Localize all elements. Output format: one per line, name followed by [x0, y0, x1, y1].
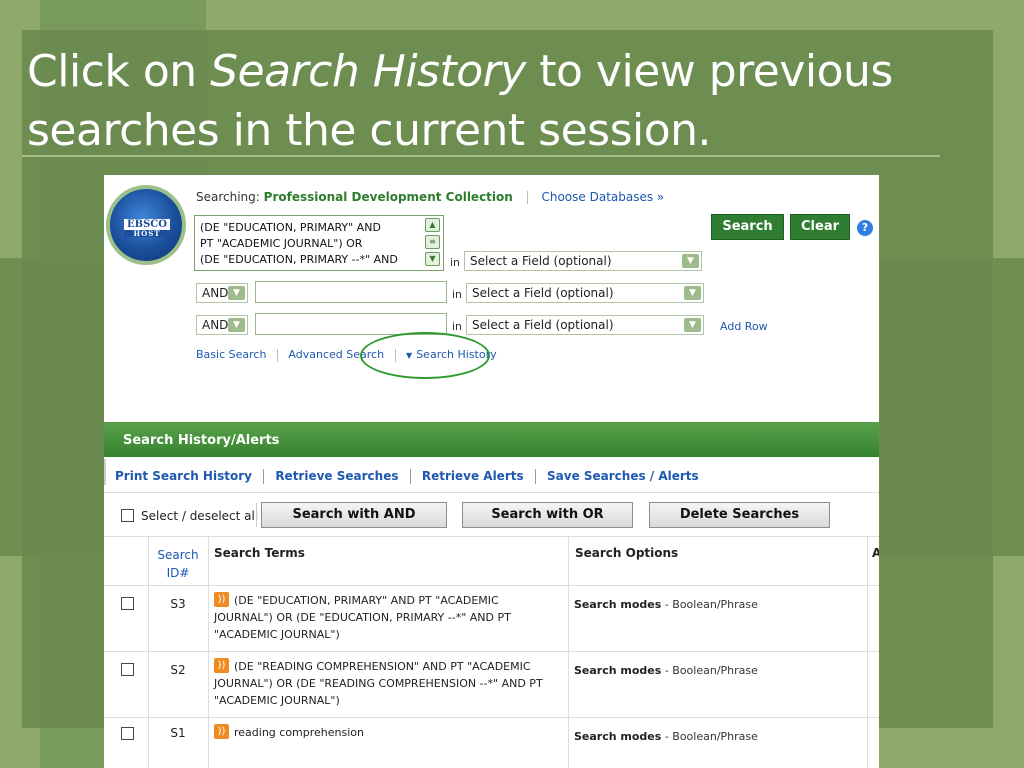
search-modes-value: - Boolean/Phrase — [661, 598, 758, 611]
search-terms: )) reading comprehension — [214, 724, 559, 741]
chevron-down-icon: ▼ — [684, 286, 701, 300]
ebsco-screenshot: EBSCO HOST Searching: Professional Devel… — [104, 175, 879, 768]
search-input-2[interactable] — [255, 281, 447, 303]
search-options: Search modes - Boolean/Phrase — [574, 598, 758, 611]
field-select-value: Select a Field (optional) — [472, 318, 614, 332]
rss-icon[interactable]: )) — [214, 658, 229, 673]
in-label: in — [450, 256, 461, 269]
save-searches-alerts-link[interactable]: Save Searches / Alerts — [547, 469, 699, 483]
row-checkbox[interactable] — [121, 663, 134, 676]
searching-label: Searching: — [196, 190, 260, 204]
print-search-history-link[interactable]: Print Search History — [115, 469, 252, 483]
row-checkbox[interactable] — [121, 597, 134, 610]
search-history-header: Search History/Alerts — [104, 422, 879, 457]
search-modes-value: - Boolean/Phrase — [661, 664, 758, 677]
search-terms-text: (DE "READING COMPREHENSION" AND PT "ACAD… — [214, 660, 543, 707]
column-header-search-terms: Search Terms — [214, 546, 305, 560]
history-action-links: Print Search History Retrieve Searches R… — [104, 459, 879, 493]
field-select-value: Select a Field (optional) — [470, 254, 612, 268]
field-select-1[interactable]: Select a Field (optional) ▼ — [464, 251, 702, 271]
table-row: S1 )) reading comprehension Search modes … — [104, 717, 879, 768]
column-header-search-options: Search Options — [575, 546, 679, 560]
query-textarea[interactable]: (DE "EDUCATION, PRIMARY" AND PT "ACADEMI… — [194, 215, 444, 271]
highlight-oval — [360, 332, 490, 379]
search-terms-text: (DE "EDUCATION, PRIMARY" AND PT "ACADEMI… — [214, 594, 511, 641]
retrieve-searches-link[interactable]: Retrieve Searches — [275, 469, 398, 483]
search-id: S2 — [170, 663, 186, 677]
column-header-search-id[interactable]: Search ID# — [148, 546, 208, 582]
table-row: S2 )) (DE "READING COMPREHENSION" AND PT … — [104, 651, 879, 717]
chevron-down-icon: ▼ — [228, 286, 245, 300]
field-select-3[interactable]: Select a Field (optional) ▼ — [466, 315, 704, 335]
rss-icon[interactable]: )) — [214, 592, 229, 607]
search-terms: )) (DE "READING COMPREHENSION" AND PT "AC… — [214, 658, 559, 709]
row-checkbox[interactable] — [121, 727, 134, 740]
ebsco-logo: EBSCO HOST — [106, 185, 186, 265]
title-text-start: Click on — [27, 46, 211, 97]
slide-title: Click on Search History to view previous… — [27, 42, 967, 160]
select-all-checkbox[interactable] — [121, 509, 134, 522]
scroll-thumb-icon[interactable]: ≡ — [425, 235, 440, 249]
add-row-link[interactable]: Add Row — [720, 320, 768, 333]
rss-icon[interactable]: )) — [214, 724, 229, 739]
boolean-select-1[interactable]: AND ▼ — [196, 283, 248, 303]
boolean-select-value: AND — [202, 286, 229, 300]
basic-search-link[interactable]: Basic Search — [196, 348, 266, 361]
delete-searches-button[interactable]: Delete Searches — [649, 502, 830, 528]
search-options: Search modes - Boolean/Phrase — [574, 730, 758, 743]
field-select-2[interactable]: Select a Field (optional) ▼ — [466, 283, 704, 303]
chevron-down-icon: ▼ — [682, 254, 699, 268]
in-label: in — [452, 288, 463, 301]
search-terms-text: reading comprehension — [234, 726, 365, 739]
query-line: (DE "EDUCATION, PRIMARY" AND — [200, 221, 381, 234]
search-with-and-button[interactable]: Search with AND — [261, 502, 447, 528]
search-modes-value: - Boolean/Phrase — [661, 730, 758, 743]
database-name: Professional Development Collection — [263, 190, 513, 204]
select-all-label: Select / deselect all — [141, 509, 259, 523]
field-select-value: Select a Field (optional) — [472, 286, 614, 300]
search-button[interactable]: Search — [711, 214, 784, 240]
choose-databases-link[interactable]: Choose Databases » — [541, 190, 664, 204]
search-modes-label: Search modes — [574, 730, 662, 743]
search-modes-label: Search modes — [574, 598, 662, 611]
chevron-down-icon: ▼ — [228, 318, 245, 332]
history-toolbar: Select / deselect all Search with AND Se… — [104, 493, 879, 537]
search-id: S1 — [170, 726, 186, 740]
help-icon[interactable]: ? — [857, 220, 873, 236]
searching-line: Searching: Professional Development Coll… — [196, 190, 664, 204]
search-id: S3 — [170, 597, 186, 611]
boolean-select-value: AND — [202, 318, 229, 332]
scroll-down-icon[interactable]: ▼ — [425, 252, 440, 266]
query-line: PT "ACADEMIC JOURNAL") OR — [200, 237, 363, 250]
search-modes-label: Search modes — [574, 664, 662, 677]
query-line: (DE "EDUCATION, PRIMARY --*" AND — [200, 253, 398, 266]
retrieve-alerts-link[interactable]: Retrieve Alerts — [422, 469, 524, 483]
search-with-or-button[interactable]: Search with OR — [462, 502, 633, 528]
divider — [256, 503, 257, 527]
logo-sub-text: HOST — [124, 230, 170, 237]
clear-button[interactable]: Clear — [790, 214, 850, 240]
table-row: S3 )) (DE "EDUCATION, PRIMARY" AND PT "AC… — [104, 585, 879, 651]
search-options: Search modes - Boolean/Phrase — [574, 664, 758, 677]
boolean-select-2[interactable]: AND ▼ — [196, 315, 248, 335]
column-header-actions: A — [872, 546, 879, 560]
scroll-up-icon[interactable]: ▲ — [425, 218, 440, 232]
chevron-down-icon: ▼ — [684, 318, 701, 332]
in-label: in — [452, 320, 463, 333]
search-terms: )) (DE "EDUCATION, PRIMARY" AND PT "ACADE… — [214, 592, 559, 643]
title-emphasis: Search History — [210, 46, 526, 97]
